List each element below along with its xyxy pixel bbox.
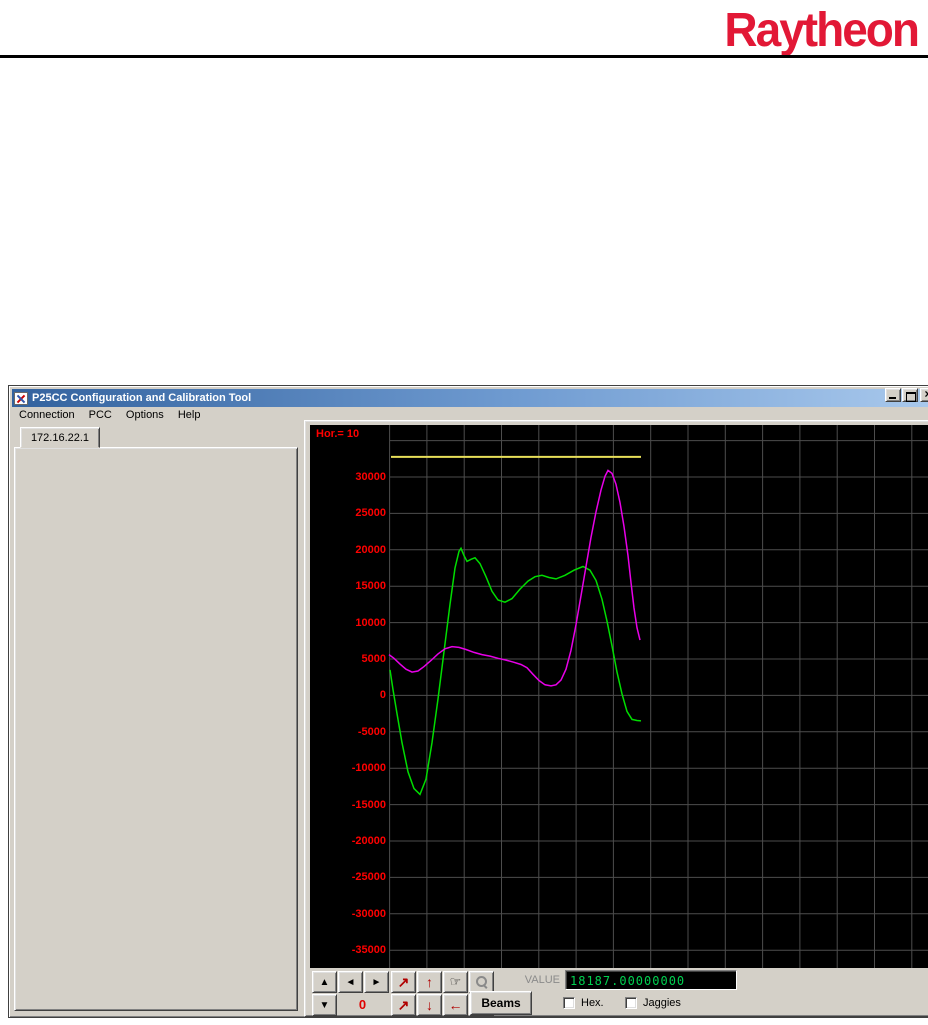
hex-checkbox-label: Hex. <box>581 997 604 1009</box>
y-axis-tick: -30000 <box>351 907 386 920</box>
menu-item-pcc[interactable]: PCC <box>82 408 119 422</box>
menu-item-help[interactable]: Help <box>171 408 208 422</box>
y-axis-tick: 0 <box>379 689 386 702</box>
red-left-arrow-icon: ← <box>448 997 463 1013</box>
tab-ip-address[interactable]: 172.16.22.1 <box>20 427 100 448</box>
pan-left-button[interactable]: ◄ <box>338 971 363 993</box>
hex-checkbox[interactable] <box>563 997 575 1009</box>
header-rule <box>0 55 928 58</box>
scroll-up-button[interactable]: ▲ <box>312 971 337 993</box>
y-axis-tick: 30000 <box>355 471 386 483</box>
tab-page <box>14 447 298 1011</box>
zoom-diagonal-in-button[interactable]: ↗ <box>391 971 416 993</box>
value-label: VALUE <box>524 974 560 986</box>
shift-left-button[interactable]: ← <box>443 994 468 1016</box>
left-triangle-icon: ◄ <box>345 976 356 988</box>
minimize-button[interactable] <box>885 388 901 402</box>
hand-pointer-icon: ☞ <box>449 974 462 989</box>
scroll-down-button[interactable]: ▼ <box>312 994 337 1016</box>
y-axis-tick: -10000 <box>351 762 386 775</box>
scale-up-button[interactable]: ↑ <box>417 971 442 993</box>
down-triangle-icon: ▼ <box>319 999 330 1011</box>
rx-trace-green <box>389 546 642 796</box>
red-up-arrow-icon: ↑ <box>426 974 433 990</box>
y-axis-tick: -20000 <box>351 835 386 847</box>
scale-down-button[interactable]: ↓ <box>417 994 442 1016</box>
close-button[interactable] <box>920 388 928 402</box>
scope-plot-svg <box>388 425 928 968</box>
page: Raytheon P25CC Configuration and Calibra… <box>0 0 928 1025</box>
zoom-diagonal-out-button[interactable]: ↗ <box>391 994 416 1016</box>
red-down-arrow-icon: ↓ <box>426 997 433 1013</box>
y-axis-tick: -25000 <box>351 871 386 884</box>
value-readout: 18187.00000000 <box>565 970 737 990</box>
window-titlebar[interactable]: P25CC Configuration and Calibration Tool <box>12 389 928 407</box>
menu-item-connection[interactable]: Connection <box>12 408 82 422</box>
diagonal-arrow-icon: ↗ <box>397 973 410 990</box>
magnifier-icon <box>475 976 488 988</box>
jaggies-checkbox-label: Jaggies <box>643 997 681 1009</box>
maximize-button[interactable] <box>902 388 918 402</box>
y-axis-tick: 15000 <box>355 580 386 593</box>
y-axis-tick: -5000 <box>357 725 386 738</box>
tab-label: 172.16.22.1 <box>30 432 90 444</box>
points-mode-button[interactable]: ☞ <box>443 971 468 993</box>
y-axis-tick: 20000 <box>355 543 386 556</box>
y-axis-tick: -35000 <box>351 944 386 957</box>
up-triangle-icon: ▲ <box>319 976 330 988</box>
horizontal-scale-label: Hor.= 10 <box>316 428 360 440</box>
y-axis-tick: 5000 <box>361 653 386 665</box>
y-axis-tick: -15000 <box>351 798 386 811</box>
scope-screen <box>310 425 928 968</box>
y-axis-tick: 25000 <box>355 507 386 520</box>
app-icon <box>14 391 28 405</box>
window-title: P25CC Configuration and Calibration Tool <box>32 392 252 404</box>
beams-button[interactable]: Beams <box>470 991 532 1015</box>
raytheon-logo: Raytheon <box>724 1 920 57</box>
pan-right-button[interactable]: ► <box>364 971 389 993</box>
diagonal-arrow-icon: ↗ <box>397 996 410 1013</box>
y-axis-tick: 10000 <box>355 616 386 629</box>
zoom-out-button[interactable] <box>469 971 494 993</box>
right-triangle-icon: ► <box>371 976 382 988</box>
offset-counter: 0 <box>358 997 367 1012</box>
jaggies-checkbox[interactable] <box>625 997 637 1009</box>
menu-item-options[interactable]: Options <box>119 408 171 422</box>
